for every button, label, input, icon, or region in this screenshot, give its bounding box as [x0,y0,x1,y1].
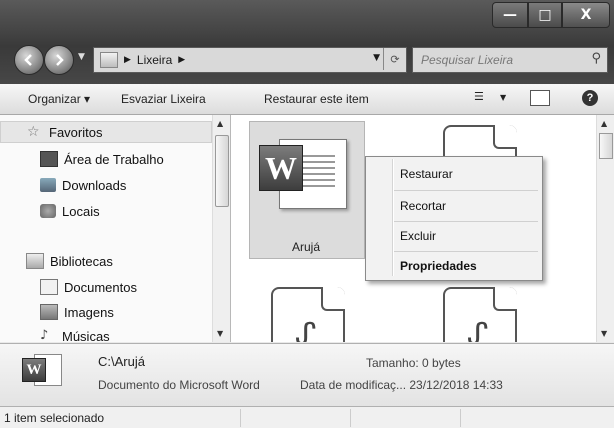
preview-pane-icon[interactable] [530,90,550,106]
nav-item-locals[interactable]: Locais [0,200,212,222]
nav-item-music[interactable]: ♪ Músicas [0,325,212,343]
nav-scrollbar[interactable]: ▲ ▼ [212,115,230,342]
pdf-file-icon[interactable]: ᔑ [271,287,345,342]
acrobat-icon: ᔑ [467,317,489,342]
nav-label: Locais [62,203,100,219]
acrobat-icon: ᔑ [295,317,317,342]
forward-button[interactable] [44,45,74,75]
scroll-down-icon[interactable]: ▼ [217,329,223,338]
word-document-icon: W [22,354,62,390]
nav-label: Documentos [64,279,137,295]
nav-item-documents[interactable]: Documentos [0,276,212,298]
menu-item-delete[interactable]: Excluir [400,229,436,243]
star-icon: ☆ [27,124,40,140]
recent-places-icon [40,204,56,218]
scroll-up-icon[interactable]: ▲ [217,119,223,128]
address-bar[interactable]: ▶ Lixeira ▶ ▼ ⟳ [93,47,407,73]
maximize-button[interactable]: □ [528,2,562,28]
word-document-icon[interactable]: W [259,135,351,215]
help-icon[interactable]: ? [582,90,598,106]
empty-recycle-bin-button[interactable]: Esvaziar Lixeira [121,92,206,106]
desktop-icon [40,151,58,167]
libraries-icon [26,253,44,269]
forward-arrow-icon [56,54,64,66]
recent-pages-dropdown[interactable]: ▼ [78,52,85,62]
nav-item-desktop[interactable]: Área de Trabalho [0,148,212,170]
details-pane: W C:\Arujá Documento do Microsoft Word T… [0,343,614,406]
menu-item-properties[interactable]: Propriedades [400,259,477,273]
scroll-up-icon[interactable]: ▲ [601,119,607,128]
detail-file-size: Tamanho: 0 bytes [366,356,461,370]
nav-label: Área de Trabalho [64,151,164,167]
recycle-bin-icon [100,52,118,68]
page-fold [321,287,345,311]
change-view-icon[interactable]: ☰ [474,90,484,103]
menu-separator [394,190,538,191]
close-button[interactable]: X [562,2,610,28]
nav-label: Downloads [62,177,127,193]
scroll-down-icon[interactable]: ▼ [601,329,607,338]
content-scrollbar[interactable]: ▲ ▼ [596,115,614,342]
status-text: 1 item selecionado [4,411,105,425]
caption-buttons: — □ X [492,2,610,28]
search-icon[interactable]: ⚲ [591,51,601,66]
navigation-row: ▼ ▶ Lixeira ▶ ▼ ⟳ Pesquisar Lixeira ⚲ [0,42,614,78]
search-input[interactable]: Pesquisar Lixeira ⚲ [412,47,608,73]
music-icon: ♪ [40,328,49,343]
detail-file-name: C:\Arujá [98,354,145,369]
breadcrumb-location[interactable]: Lixeira [137,53,172,67]
menu-separator [394,221,538,222]
nav-label: Bibliotecas [50,253,113,269]
context-menu: Restaurar Recortar Excluir Propriedades [365,156,543,281]
nav-label: Músicas [62,328,110,343]
back-button[interactable] [14,45,44,75]
nav-label: Favoritos [49,124,103,140]
detail-file-type: Documento do Microsoft Word [98,378,260,392]
breadcrumb-separator-icon[interactable]: ▶ [124,55,131,65]
address-dropdown-icon[interactable]: ▼ [373,53,380,63]
menu-gutter [392,159,394,276]
menu-item-cut[interactable]: Recortar [400,199,446,213]
explorer-window: — □ X ▼ ▶ Lixeira ▶ ▼ ⟳ Pesquisar Lixeir… [0,0,614,428]
pdf-file-icon[interactable]: ᔑ [443,287,517,342]
search-placeholder: Pesquisar Lixeira [421,53,514,67]
nav-item-favorites[interactable]: ☆ Favoritos [0,121,212,143]
nav-item-downloads[interactable]: Downloads [0,174,212,196]
restore-item-button[interactable]: Restaurar este item [264,92,369,106]
status-divider [240,409,241,427]
documents-icon [40,279,58,295]
view-options-dropdown-icon[interactable]: ▼ [500,93,506,102]
page-fold [493,287,517,311]
nav-item-libraries[interactable]: Bibliotecas [0,250,212,272]
downloads-icon [40,178,56,192]
file-name-label[interactable]: Arujá [249,240,363,254]
organize-button[interactable]: Organizar ▾ [28,92,90,106]
word-badge-icon: W [259,145,303,191]
refresh-icon[interactable]: ⟳ [383,48,406,70]
scroll-thumb[interactable] [599,133,613,159]
status-divider [460,409,461,427]
status-divider [350,409,351,427]
back-arrow-icon [24,54,32,66]
word-badge-icon: W [22,358,46,382]
menu-separator [394,251,538,252]
status-bar: 1 item selecionado [0,406,614,428]
navigation-pane: ☆ Favoritos Área de Trabalho Downloads L… [0,115,231,342]
menu-item-restore[interactable]: Restaurar [400,167,453,181]
breadcrumb-separator-icon[interactable]: ▶ [178,55,185,65]
page-fold [493,125,517,149]
images-icon [40,304,58,320]
title-bar: — □ X ▼ ▶ Lixeira ▶ ▼ ⟳ Pesquisar Lixeir… [0,0,614,84]
scroll-thumb[interactable] [215,135,229,207]
minimize-button[interactable]: — [492,2,528,28]
nav-item-images[interactable]: Imagens [0,301,212,323]
nav-label: Imagens [64,304,114,320]
command-bar: Organizar ▾ Esvaziar Lixeira Restaurar e… [0,84,614,115]
detail-modified-date: Data de modificaç... 23/12/2018 14:33 [300,378,503,392]
